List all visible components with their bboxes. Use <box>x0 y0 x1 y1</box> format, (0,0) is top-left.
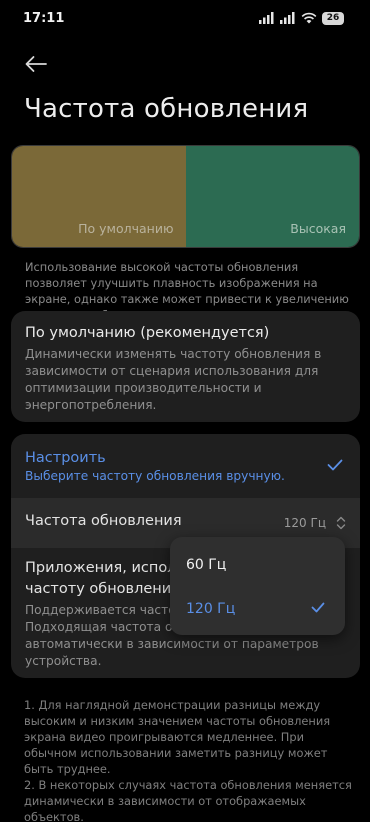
checkmark-icon <box>327 459 343 471</box>
signal-icon-2 <box>280 12 295 24</box>
refresh-rate-dropdown: 60 Гц 120 Гц <box>170 537 345 635</box>
dropdown-option-label: 120 Гц <box>186 601 236 617</box>
status-time: 17:11 <box>23 11 65 26</box>
option-custom[interactable]: Настроить Выберите частоту обновления вр… <box>11 434 360 498</box>
footnote: 1. Для наглядной демонстрации разницы ме… <box>24 698 352 822</box>
apps-desc-line4: устройства. <box>25 654 102 668</box>
checkmark-icon <box>311 602 325 613</box>
preview-default-panel: По умолчанию <box>12 146 186 247</box>
refresh-rate-preview: По умолчанию Высокая <box>11 145 360 248</box>
refresh-rate-value: 120 Гц <box>283 516 326 530</box>
refresh-rate-label: Частота обновления <box>25 513 182 529</box>
preview-high-panel: Высокая <box>185 146 359 247</box>
back-button[interactable] <box>20 48 52 80</box>
signal-icon <box>259 12 274 24</box>
status-icons: 26 <box>259 11 344 25</box>
apps-desc-line3: автоматически в зависимости от параметро… <box>25 637 319 651</box>
preview-default-label: По умолчанию <box>78 221 174 236</box>
dropdown-option-120hz[interactable]: 120 Гц <box>170 587 345 631</box>
option-default-title: По умолчанию (рекомендуется) <box>25 325 270 341</box>
option-custom-desc: Выберите частоту обновления вручную. <box>25 469 285 483</box>
option-default-desc: Динамически изменять частоту обновления … <box>25 347 322 412</box>
page-title: Частота обновления <box>24 94 309 124</box>
status-bar: 17:11 26 <box>0 0 370 36</box>
dropdown-option-label: 60 Гц <box>186 557 227 573</box>
back-arrow-icon <box>25 56 47 72</box>
option-custom-title: Настроить <box>25 450 106 466</box>
option-default[interactable]: По умолчанию (рекомендуется) Динамически… <box>11 311 360 422</box>
chevron-up-down-icon <box>336 516 346 530</box>
dropdown-option-60hz[interactable]: 60 Гц <box>170 543 345 587</box>
battery-indicator: 26 <box>322 11 344 25</box>
preview-high-label: Высокая <box>290 221 346 236</box>
wifi-icon <box>301 12 317 24</box>
